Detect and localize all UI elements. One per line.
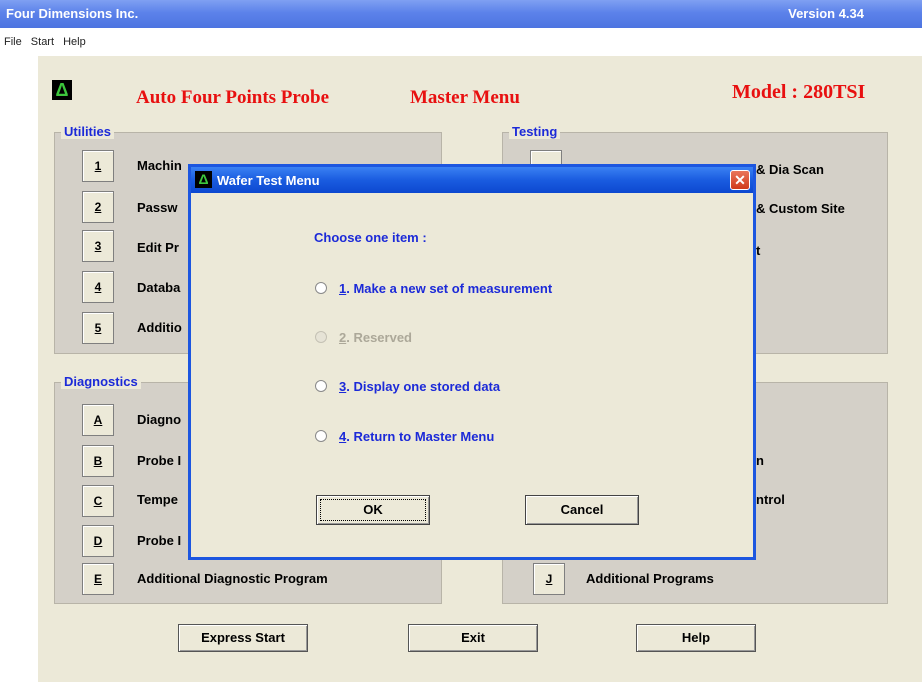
diagnostic-label-b: Probe I bbox=[137, 453, 182, 468]
option-label: . Return to Master Menu bbox=[346, 429, 495, 444]
radio-button bbox=[315, 331, 327, 343]
dialog-prompt: Choose one item : bbox=[314, 230, 427, 245]
model-label: Model : 280TSI bbox=[732, 81, 866, 103]
program-label-j: Additional Programs bbox=[586, 571, 714, 586]
utility-button-2[interactable]: 2 bbox=[82, 191, 114, 223]
utility-label-5: Additio bbox=[137, 320, 182, 335]
option-label: . Reserved bbox=[346, 330, 412, 345]
menu-help[interactable]: Help bbox=[63, 36, 86, 48]
menu-start[interactable]: Start bbox=[31, 36, 54, 48]
testing-label-2: & Custom Site bbox=[756, 201, 845, 216]
company-name: Four Dimensions Inc. bbox=[6, 6, 139, 21]
option-return-master[interactable]: 4. Return to Master Menu bbox=[315, 429, 494, 444]
utilities-title: Utilities bbox=[61, 124, 114, 139]
diagnostic-label-a: Diagno bbox=[137, 412, 182, 427]
menu-bar: File Start Help bbox=[0, 36, 922, 54]
version-label: Version 4.34 bbox=[788, 6, 864, 21]
window-title-bar: Four Dimensions Inc. Version 4.34 bbox=[0, 0, 922, 28]
radio-button[interactable] bbox=[315, 282, 327, 294]
utility-button-5[interactable]: 5 bbox=[82, 312, 114, 344]
express-start-button[interactable]: Express Start bbox=[178, 624, 308, 652]
option-label: . Display one stored data bbox=[346, 379, 501, 394]
ok-button[interactable]: OK bbox=[316, 495, 430, 525]
app-name: Auto Four Points Probe bbox=[136, 87, 329, 108]
radio-button[interactable] bbox=[315, 380, 327, 392]
dialog-title-bar[interactable]: Δ Wafer Test Menu ✕ bbox=[191, 167, 753, 193]
diagnostic-button-c[interactable]: C bbox=[82, 485, 114, 517]
help-button[interactable]: Help bbox=[636, 624, 756, 652]
utility-label-2: Passw bbox=[137, 200, 178, 215]
dialog-title: Wafer Test Menu bbox=[217, 173, 320, 188]
option-new-measurement[interactable]: 1. Make a new set of measurement bbox=[315, 281, 552, 296]
diagnostic-button-a[interactable]: A bbox=[82, 404, 114, 436]
testing-label-1: & Dia Scan bbox=[756, 162, 824, 177]
utility-button-4[interactable]: 4 bbox=[82, 271, 114, 303]
app-logo-icon: Δ bbox=[195, 171, 212, 188]
radio-button[interactable] bbox=[315, 430, 327, 442]
option-display-stored[interactable]: 3. Display one stored data bbox=[315, 379, 500, 394]
exit-button[interactable]: Exit bbox=[408, 624, 538, 652]
diagnostic-button-b[interactable]: B bbox=[82, 445, 114, 477]
master-menu-title: Master Menu bbox=[410, 87, 520, 108]
program-button-j[interactable]: J bbox=[533, 563, 565, 595]
close-icon[interactable]: ✕ bbox=[730, 170, 750, 190]
diagnostic-button-e[interactable]: E bbox=[82, 563, 114, 595]
diagnostic-label-e: Additional Diagnostic Program bbox=[137, 571, 328, 586]
program-label-2: ntrol bbox=[756, 492, 785, 507]
testing-title: Testing bbox=[509, 124, 561, 139]
utility-button-1[interactable]: 1 bbox=[82, 150, 114, 182]
utility-label-4: Databa bbox=[137, 280, 181, 295]
testing-label-3: t bbox=[756, 243, 761, 258]
menu-file[interactable]: File bbox=[4, 36, 22, 48]
utility-label-1: Machin bbox=[137, 158, 182, 173]
cancel-button[interactable]: Cancel bbox=[525, 495, 639, 525]
diagnostics-title: Diagnostics bbox=[61, 374, 141, 389]
diagnostic-label-d: Probe I bbox=[137, 533, 182, 548]
diagnostic-label-c: Tempe bbox=[137, 492, 178, 507]
option-label: . Make a new set of measurement bbox=[346, 281, 553, 296]
utility-label-3: Edit Pr bbox=[137, 240, 179, 255]
option-reserved: 2. Reserved bbox=[315, 330, 412, 345]
utility-button-3[interactable]: 3 bbox=[82, 230, 114, 262]
diagnostic-button-d[interactable]: D bbox=[82, 525, 114, 557]
program-label-1: n bbox=[756, 453, 764, 468]
company-logo-icon: Δ bbox=[52, 80, 72, 100]
wafer-test-dialog: Δ Wafer Test Menu ✕ Choose one item : 1.… bbox=[188, 164, 756, 560]
